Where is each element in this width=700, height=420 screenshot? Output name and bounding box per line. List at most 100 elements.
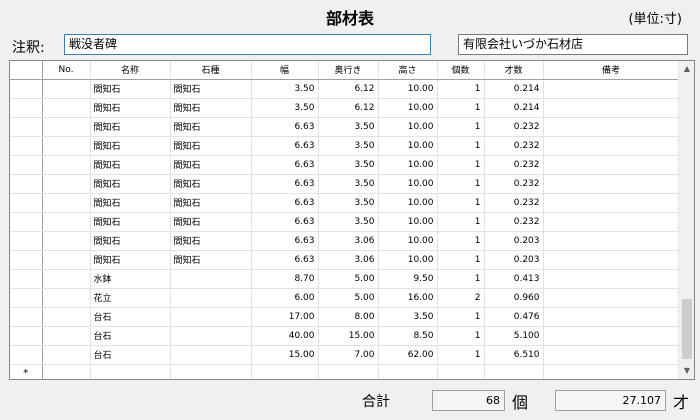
vertical-scrollbar[interactable]: ▲ ▼: [678, 61, 694, 379]
cell-count[interactable]: 1: [437, 326, 485, 346]
cell-height[interactable]: 10.00: [378, 212, 438, 232]
row-selector[interactable]: [10, 193, 43, 213]
cell-count[interactable]: 1: [437, 345, 485, 365]
cell-width[interactable]: 8.70: [251, 269, 319, 289]
cell-remarks[interactable]: [543, 98, 680, 118]
cell-remarks[interactable]: [543, 288, 680, 308]
column-header-remarks[interactable]: 備考: [543, 61, 680, 80]
cell-sai[interactable]: 6.510: [484, 345, 544, 365]
cell-height[interactable]: 10.00: [378, 155, 438, 175]
cell-width[interactable]: 6.63: [251, 212, 319, 232]
cell-sai[interactable]: 0.232: [484, 193, 544, 213]
cell-width[interactable]: 6.63: [251, 136, 319, 156]
cell-count[interactable]: 1: [437, 193, 485, 213]
cell-height[interactable]: 10.00: [378, 193, 438, 213]
cell-count[interactable]: 1: [437, 174, 485, 194]
cell-stone[interactable]: [170, 364, 252, 379]
table-row[interactable]: 水鉢 8.70 5.00 9.50 1 0.413: [10, 269, 680, 289]
cell-width[interactable]: 6.63: [251, 174, 319, 194]
cell-name[interactable]: 間知石: [90, 231, 171, 251]
cell-no[interactable]: [42, 193, 91, 213]
table-row[interactable]: 間知石 間知石 6.63 3.50 10.00 1 0.232: [10, 174, 680, 194]
cell-sai[interactable]: 0.203: [484, 231, 544, 251]
table-row[interactable]: 間知石 間知石 3.50 6.12 10.00 1 0.214: [10, 98, 680, 118]
cell-sai[interactable]: 0.232: [484, 136, 544, 156]
cell-no[interactable]: [42, 117, 91, 137]
cell-name[interactable]: 間知石: [90, 79, 171, 99]
cell-depth[interactable]: 3.06: [318, 250, 379, 270]
column-header-no[interactable]: No.: [42, 61, 91, 80]
cell-height[interactable]: 9.50: [378, 269, 438, 289]
table-row[interactable]: 間知石 間知石 6.63 3.50 10.00 1 0.232: [10, 193, 680, 213]
cell-remarks[interactable]: [543, 345, 680, 365]
row-selector[interactable]: [10, 155, 43, 175]
cell-stone[interactable]: 間知石: [170, 212, 252, 232]
cell-width[interactable]: 6.63: [251, 155, 319, 175]
cell-remarks[interactable]: [543, 117, 680, 137]
cell-sai[interactable]: 5.100: [484, 326, 544, 346]
table-row[interactable]: 間知石 間知石 6.63 3.50 10.00 1 0.232: [10, 212, 680, 232]
cell-no[interactable]: [42, 269, 91, 289]
row-selector[interactable]: [10, 117, 43, 137]
cell-remarks[interactable]: [543, 269, 680, 289]
row-selector[interactable]: [10, 326, 43, 346]
cell-no[interactable]: [42, 79, 91, 99]
cell-width[interactable]: 6.00: [251, 288, 319, 308]
row-selector[interactable]: [10, 250, 43, 270]
cell-width[interactable]: 17.00: [251, 307, 319, 327]
cell-count[interactable]: 1: [437, 212, 485, 232]
table-row[interactable]: 間知石 間知石 6.63 3.50 10.00 1 0.232: [10, 136, 680, 156]
new-row[interactable]: *: [10, 364, 680, 379]
cell-count[interactable]: 1: [437, 250, 485, 270]
cell-name[interactable]: 間知石: [90, 98, 171, 118]
cell-stone[interactable]: [170, 269, 252, 289]
cell-sai[interactable]: 0.232: [484, 174, 544, 194]
parts-grid[interactable]: No. 名称 石種 幅 奥行き 高さ 個数 才数 備考 間知石 間知石 3.50 6.…: [9, 60, 695, 380]
column-header-depth[interactable]: 奥行き: [318, 61, 379, 80]
cell-name[interactable]: [90, 364, 171, 379]
cell-name[interactable]: 水鉢: [90, 269, 171, 289]
cell-no[interactable]: [42, 326, 91, 346]
cell-remarks[interactable]: [543, 79, 680, 99]
cell-remarks[interactable]: [543, 155, 680, 175]
cell-depth[interactable]: 3.50: [318, 212, 379, 232]
scroll-thumb[interactable]: [682, 299, 692, 359]
cell-sai[interactable]: 0.413: [484, 269, 544, 289]
cell-width[interactable]: 3.50: [251, 98, 319, 118]
column-header-sai[interactable]: 才数: [484, 61, 544, 80]
table-row[interactable]: 間知石 間知石 3.50 6.12 10.00 1 0.214: [10, 79, 680, 99]
cell-depth[interactable]: 6.12: [318, 79, 379, 99]
cell-name[interactable]: 花立: [90, 288, 171, 308]
cell-depth[interactable]: 5.00: [318, 288, 379, 308]
cell-height[interactable]: 10.00: [378, 136, 438, 156]
cell-remarks[interactable]: [543, 364, 680, 379]
cell-height[interactable]: [378, 364, 438, 379]
cell-name[interactable]: 台石: [90, 326, 171, 346]
cell-depth[interactable]: 3.06: [318, 231, 379, 251]
cell-count[interactable]: 1: [437, 117, 485, 137]
column-header-count[interactable]: 個数: [437, 61, 485, 80]
cell-stone[interactable]: 間知石: [170, 79, 252, 99]
cell-width[interactable]: 6.63: [251, 117, 319, 137]
table-row[interactable]: 間知石 間知石 6.63 3.50 10.00 1 0.232: [10, 155, 680, 175]
table-row[interactable]: 間知石 間知石 6.63 3.06 10.00 1 0.203: [10, 250, 680, 270]
cell-sai[interactable]: 0.214: [484, 98, 544, 118]
cell-depth[interactable]: 3.50: [318, 174, 379, 194]
cell-no[interactable]: [42, 345, 91, 365]
table-row[interactable]: 台石 40.00 15.00 8.50 1 5.100: [10, 326, 680, 346]
cell-remarks[interactable]: [543, 212, 680, 232]
cell-sai[interactable]: 0.960: [484, 288, 544, 308]
cell-stone[interactable]: [170, 288, 252, 308]
cell-depth[interactable]: 8.00: [318, 307, 379, 327]
cell-width[interactable]: 6.63: [251, 250, 319, 270]
cell-depth[interactable]: 3.50: [318, 136, 379, 156]
row-selector[interactable]: [10, 231, 43, 251]
cell-name[interactable]: 台石: [90, 307, 171, 327]
cell-remarks[interactable]: [543, 307, 680, 327]
cell-name[interactable]: 間知石: [90, 155, 171, 175]
column-header-name[interactable]: 名称: [90, 61, 171, 80]
cell-depth[interactable]: 3.50: [318, 155, 379, 175]
cell-name[interactable]: 台石: [90, 345, 171, 365]
company-input[interactable]: 有限会社いづか石材店: [458, 34, 688, 55]
cell-height[interactable]: 8.50: [378, 326, 438, 346]
